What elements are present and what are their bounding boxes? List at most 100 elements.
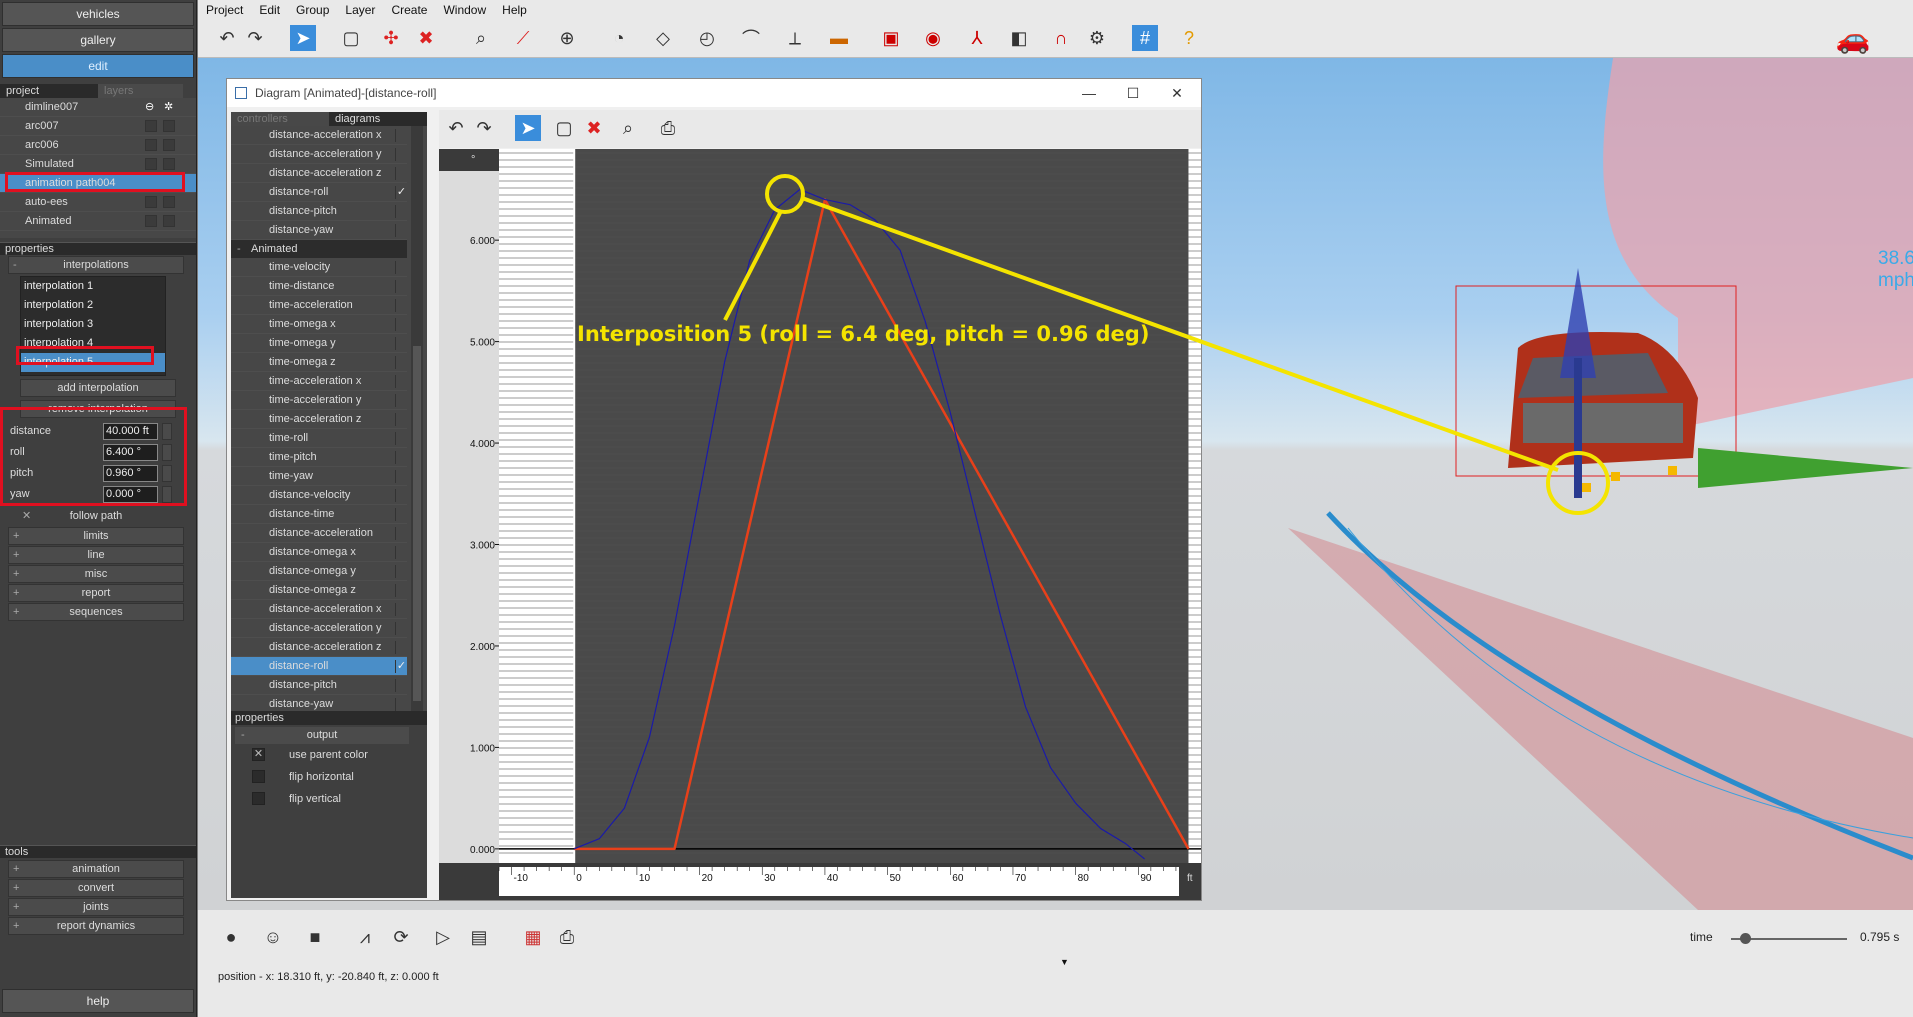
use-parent-color-option[interactable]: ✕ use parent color: [231, 744, 407, 766]
visibility-check[interactable]: [395, 451, 407, 464]
sequences-group[interactable]: + sequences: [8, 603, 184, 621]
visibility-check[interactable]: [395, 698, 407, 711]
visibility-check[interactable]: [395, 527, 407, 540]
print-icon[interactable]: ⎙: [655, 115, 681, 141]
undo-icon[interactable]: ↶: [443, 115, 469, 141]
tab-controllers[interactable]: controllers: [231, 112, 329, 126]
output-group[interactable]: - output: [235, 727, 409, 744]
list-item[interactable]: distance-omega y: [231, 562, 407, 581]
tab-project[interactable]: project: [0, 84, 98, 98]
list-item[interactable]: distance-acceleration z: [231, 638, 407, 657]
play-icon[interactable]: ▷: [430, 924, 456, 950]
zoom-icon[interactable]: ⌕: [615, 115, 641, 141]
menu-project[interactable]: Project: [198, 0, 251, 20]
list-item[interactable]: Animated: [0, 212, 196, 231]
list-item[interactable]: distance-yaw: [231, 221, 407, 240]
list-item[interactable]: arc007: [0, 117, 196, 136]
list-item[interactable]: time-pitch: [231, 448, 407, 467]
interpolations-group[interactable]: - interpolations: [8, 256, 184, 274]
visibility-check[interactable]: [395, 375, 407, 388]
list-item[interactable]: time-acceleration y: [231, 391, 407, 410]
visibility-check[interactable]: [395, 546, 407, 559]
list-item-selected[interactable]: distance-roll ✓: [231, 657, 407, 676]
visibility-check[interactable]: [395, 337, 407, 350]
tab-diagrams[interactable]: diagrams: [329, 112, 427, 126]
convert-tool[interactable]: + convert: [8, 879, 184, 897]
list-item[interactable]: interpolation 2: [21, 296, 165, 315]
visibility-check[interactable]: [395, 356, 407, 369]
lock-checkbox[interactable]: [163, 196, 175, 208]
visibility-checkbox[interactable]: [145, 215, 157, 227]
measure-icon[interactable]: ⟂: [782, 25, 808, 51]
shading-sphere-icon[interactable]: ●: [218, 924, 244, 950]
list-item[interactable]: distance-pitch: [231, 676, 407, 695]
close-icon[interactable]: ✕: [1155, 79, 1199, 107]
list-item[interactable]: distance-acceleration y: [231, 145, 407, 164]
add-interpolation-button[interactable]: add interpolation: [20, 379, 176, 397]
select-arrow-icon[interactable]: ➤: [515, 115, 541, 141]
menu-help[interactable]: Help: [494, 0, 535, 20]
visibility-check[interactable]: [395, 641, 407, 654]
report-icon[interactable]: ▦: [520, 924, 546, 950]
playlist-icon[interactable]: ▤: [466, 924, 492, 950]
visibility-check[interactable]: ✓: [395, 186, 407, 199]
diagram-titlebar[interactable]: Diagram [Animated]-[distance-roll] — ☐ ✕: [227, 79, 1201, 107]
list-item[interactable]: distance-acceleration: [231, 524, 407, 543]
record-icon[interactable]: ◉: [920, 25, 946, 51]
visibility-check[interactable]: [395, 489, 407, 502]
menu-edit[interactable]: Edit: [251, 0, 288, 20]
visibility-check[interactable]: [395, 318, 407, 331]
camera-icon[interactable]: ◧: [1006, 25, 1032, 51]
visibility-check[interactable]: [395, 280, 407, 293]
vehicles-button[interactable]: vehicles: [2, 2, 194, 26]
visibility-check[interactable]: ✓: [395, 660, 407, 673]
head-icon[interactable]: ☺: [260, 924, 286, 950]
list-item[interactable]: distance-pitch: [231, 202, 407, 221]
gauge-icon[interactable]: ◔: [606, 25, 632, 51]
visibility-check[interactable]: [395, 261, 407, 274]
list-item[interactable]: auto-ees: [0, 193, 196, 212]
list-item[interactable]: distance-yaw: [231, 695, 407, 711]
dial-icon[interactable]: ◴: [694, 25, 720, 51]
visibility-check[interactable]: [395, 584, 407, 597]
line-group[interactable]: + line: [8, 546, 184, 564]
edit-button[interactable]: edit: [2, 54, 194, 78]
color-swatch-icon[interactable]: ■: [302, 924, 328, 950]
limits-group[interactable]: + limits: [8, 527, 184, 545]
visibility-check[interactable]: [395, 565, 407, 578]
list-item[interactable]: time-omega y: [231, 334, 407, 353]
list-item[interactable]: distance-omega z: [231, 581, 407, 600]
delete-icon[interactable]: ✖: [413, 25, 439, 51]
rectangle-select-icon[interactable]: ▢: [551, 115, 577, 141]
list-item[interactable]: time-omega z: [231, 353, 407, 372]
list-item[interactable]: distance-acceleration x: [231, 126, 407, 145]
target-box-icon[interactable]: ▣: [878, 25, 904, 51]
visibility-checkbox[interactable]: [145, 196, 157, 208]
gear-icon[interactable]: ⚙: [1084, 25, 1110, 51]
delete-icon[interactable]: ✖: [581, 115, 607, 141]
flip-vertical-checkbox[interactable]: [252, 792, 265, 805]
visibility-checkbox[interactable]: [145, 139, 157, 151]
undo-icon[interactable]: ↶: [214, 25, 240, 51]
list-item[interactable]: time-velocity: [231, 258, 407, 277]
refresh-icon[interactable]: ⟳: [388, 924, 414, 950]
redo-icon[interactable]: ↷: [242, 25, 268, 51]
list-item[interactable]: distance-acceleration y: [231, 619, 407, 638]
lock-checkbox[interactable]: [163, 158, 175, 170]
visibility-check[interactable]: [395, 679, 407, 692]
list-item[interactable]: distance-acceleration z: [231, 164, 407, 183]
zoom-icon[interactable]: ⌕: [468, 25, 494, 51]
flip-horizontal-checkbox[interactable]: [252, 770, 265, 783]
chart-icon[interactable]: ⩘: [352, 924, 378, 950]
animated-group[interactable]: - Animated: [231, 240, 407, 258]
pin-icon[interactable]: ⟋: [510, 25, 536, 51]
list-item[interactable]: distance-time: [231, 505, 407, 524]
lock-checkbox[interactable]: [163, 139, 175, 151]
report-dynamics-tool[interactable]: + report dynamics: [8, 917, 184, 935]
redo-icon[interactable]: ↷: [471, 115, 497, 141]
visibility-check[interactable]: [395, 224, 407, 237]
scrollbar-thumb[interactable]: [413, 346, 421, 701]
roll-chart[interactable]: ° 0.000 1.000 2.000 3.000 4.000 5.000 6.000 -10 0…: [439, 149, 1201, 900]
move-icon[interactable]: ⊕: [554, 25, 580, 51]
visibility-check[interactable]: [395, 167, 407, 180]
